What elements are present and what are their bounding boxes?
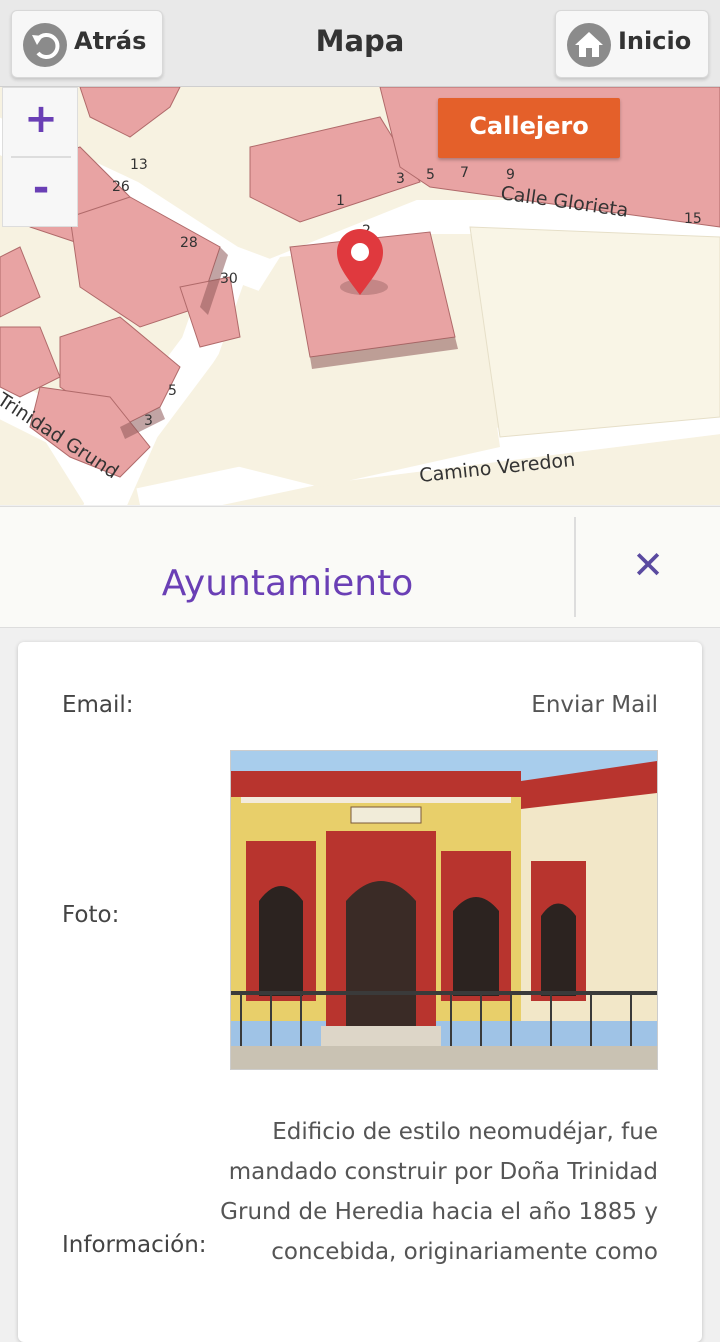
building-photo[interactable]: [230, 750, 658, 1070]
top-bar: Atrás Mapa Inicio: [0, 0, 720, 87]
photo-label: Foto:: [62, 902, 120, 928]
map-number: 1: [336, 193, 345, 209]
send-mail-link[interactable]: Enviar Mail: [531, 692, 658, 718]
map-number: 5: [426, 167, 435, 183]
place-title: Ayuntamiento: [161, 563, 414, 604]
close-icon: ✕: [632, 543, 664, 587]
info-line: concebida, originariamente como: [271, 1239, 658, 1265]
map-number: 30: [220, 271, 238, 287]
home-label: Inicio: [618, 27, 692, 55]
info-line: mandado construir por Doña Trinidad: [228, 1159, 658, 1185]
home-icon: [567, 23, 611, 67]
zoom-in-button[interactable]: +: [3, 88, 79, 156]
place-header: Ayuntamiento ✕: [0, 506, 720, 628]
map-number: 5: [168, 383, 177, 399]
callejero-button[interactable]: Callejero: [438, 98, 620, 158]
map-number: 13: [130, 157, 148, 173]
map-number: 9: [506, 167, 515, 183]
info-line: Edificio de estilo neomudéjar, fue: [272, 1119, 658, 1145]
info-text: Edificio de estilo neomudéjar, fue manda…: [218, 1112, 658, 1272]
map-number: 7: [460, 165, 469, 181]
map-number: 26: [112, 179, 130, 195]
zoom-out-button[interactable]: -: [3, 158, 79, 226]
info-label: Información:: [62, 1232, 207, 1258]
map-number: 28: [180, 235, 198, 251]
zoom-control: + -: [2, 87, 78, 227]
map-number: 3: [144, 413, 153, 429]
close-button[interactable]: ✕: [576, 517, 720, 617]
map-number: 3: [396, 171, 405, 187]
details-card: Email: Enviar Mail Foto: Información: Ed…: [18, 642, 702, 1342]
home-button[interactable]: Inicio: [555, 10, 709, 78]
map-number: 15: [684, 211, 702, 227]
email-label: Email:: [62, 692, 134, 718]
callejero-label: Callejero: [469, 112, 589, 140]
info-line: Grund de Heredia hacia el año 1885 y: [220, 1199, 658, 1225]
